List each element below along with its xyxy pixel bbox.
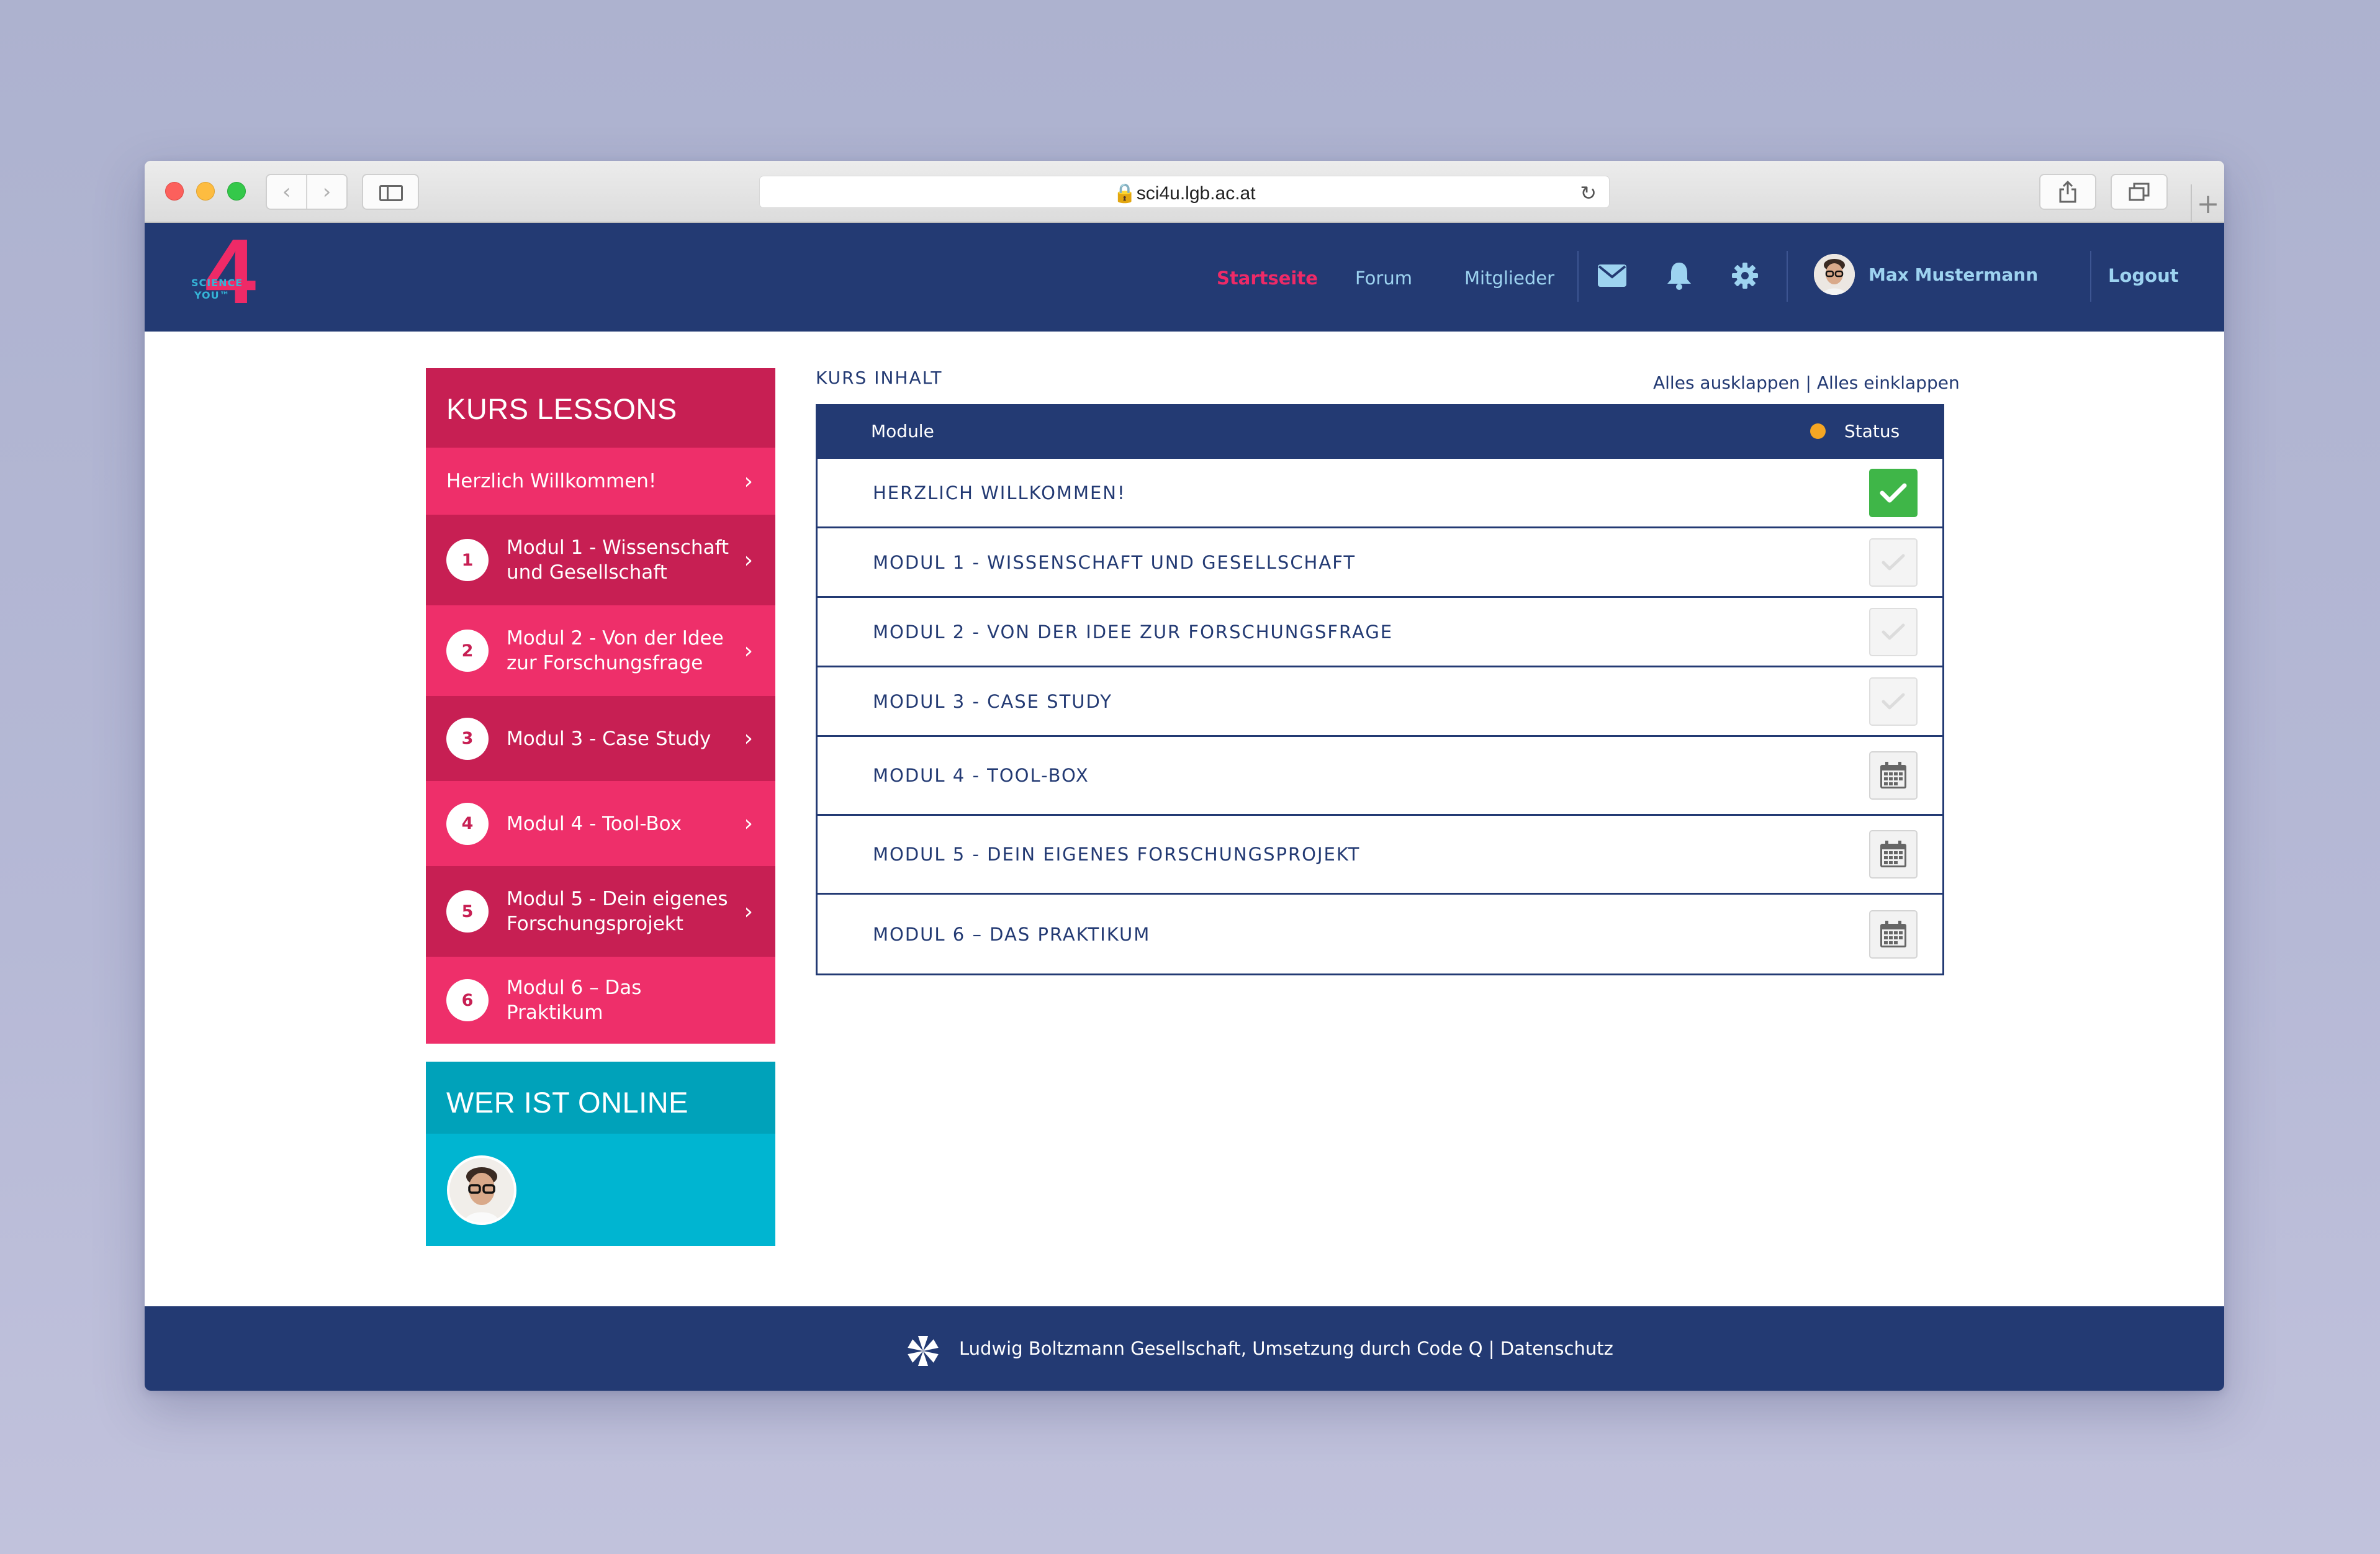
chevron-right-icon: › <box>744 468 753 494</box>
user-name: Max Mustermann <box>1868 264 2039 285</box>
chevron-right-icon: › <box>744 547 753 573</box>
reload-icon[interactable]: ↻ <box>1580 181 1597 205</box>
header-divider <box>1787 251 1788 302</box>
footer-text[interactable]: Ludwig Boltzmann Gesellschaft, Umsetzung… <box>959 1338 1613 1359</box>
avatar <box>1814 254 1855 295</box>
lbg-logo-icon <box>906 1334 940 1368</box>
minimize-window-button[interactable] <box>196 182 215 201</box>
site-header: 4 SCIENCE YOU™ Startseite Forum Mitglied… <box>145 223 2224 332</box>
module-row[interactable]: MODUL 6 – DAS PRAKTIKUM <box>818 895 1942 974</box>
header-divider <box>1577 251 1579 302</box>
lesson-number-badge: 5 <box>446 890 489 933</box>
lesson-label: Modul 6 – Das Praktikum <box>507 977 642 1024</box>
lesson-label: Modul 4 - Tool-Box <box>507 812 682 835</box>
table-header: Module Status <box>818 404 1942 459</box>
expand-all-link[interactable]: Alles ausklappen <box>1653 373 1800 393</box>
module-row[interactable]: HERZLICH WILLKOMMEN! <box>818 459 1942 528</box>
header-divider <box>2090 251 2091 302</box>
module-title: MODUL 5 - DEIN EIGENES FORSCHUNGSPROJEKT <box>873 844 1361 865</box>
module-title: MODUL 1 - WISSENSCHAFT UND GESELLSCHAFT <box>873 551 1356 573</box>
lesson-item-willkommen[interactable]: Herzlich Willkommen! › <box>426 448 775 515</box>
module-row[interactable]: MODUL 5 - DEIN EIGENES FORSCHUNGSPROJEKT <box>818 816 1942 895</box>
module-title: MODUL 4 - TOOL-BOX <box>873 765 1089 786</box>
calendar-icon <box>1869 751 1918 800</box>
column-header-module: Module <box>871 421 934 441</box>
expand-collapse-links: Alles ausklappen | Alles einklappen <box>1653 373 1960 393</box>
logout-link[interactable]: Logout <box>2108 265 2179 286</box>
share-icon <box>2059 181 2076 203</box>
module-title: HERZLICH WILLKOMMEN! <box>873 482 1126 504</box>
module-title: MODUL 2 - VON DER IDEE ZUR FORSCHUNGSFRA… <box>873 621 1394 643</box>
chevron-right-icon: › <box>744 811 753 836</box>
wer-ist-online-title: WER IST ONLINE <box>426 1062 775 1134</box>
url-text: sci4u.lgb.ac.at <box>1136 183 1256 204</box>
lesson-number-badge: 6 <box>446 979 489 1021</box>
lesson-item-modul-5[interactable]: 5 Modul 5 - Dein eigenes Forschungsproje… <box>426 866 775 957</box>
bell-icon[interactable] <box>1662 259 1696 292</box>
completed-check-icon <box>1869 468 1918 517</box>
lock-icon: 🔒 <box>1113 183 1137 204</box>
online-user-avatar[interactable] <box>447 1155 516 1225</box>
history-nav: ‹ › <box>266 174 348 210</box>
module-row[interactable]: MODUL 1 - WISSENSCHAFT UND GESELLSCHAFT <box>818 528 1942 598</box>
lesson-item-modul-4[interactable]: 4 Modul 4 - Tool-Box › <box>426 781 775 866</box>
wer-ist-online-panel: WER IST ONLINE <box>426 1062 775 1246</box>
mail-icon[interactable] <box>1595 259 1629 292</box>
pending-check-icon <box>1869 677 1918 726</box>
calendar-icon <box>1869 910 1918 959</box>
sidebar-icon <box>379 185 403 201</box>
lesson-item-modul-2[interactable]: 2 Modul 2 - Von der Idee zur Forschungsf… <box>426 605 775 696</box>
nav-startseite[interactable]: Startseite <box>1217 268 1318 289</box>
nav-mitglieder[interactable]: Mitglieder <box>1464 268 1554 289</box>
tabs-icon <box>2129 183 2150 201</box>
calendar-icon <box>1869 830 1918 879</box>
lesson-number-badge: 3 <box>446 717 489 760</box>
lesson-label: Modul 5 - Dein eigenes Forschungsprojekt <box>507 888 728 935</box>
lesson-number-badge: 1 <box>446 539 489 581</box>
new-tab-button[interactable]: + <box>2191 184 2224 223</box>
chevron-right-icon: › <box>744 726 753 751</box>
column-header-status: Status <box>1844 421 1900 441</box>
lesson-number-badge: 2 <box>446 630 489 672</box>
lesson-label: Modul 3 - Case Study <box>507 727 711 750</box>
user-menu[interactable]: Max Mustermann <box>1814 254 2038 295</box>
kurs-lessons-panel: KURS LESSONS Herzlich Willkommen! › 1 Mo… <box>426 368 775 1044</box>
close-window-button[interactable] <box>165 182 184 201</box>
module-table: Module Status HERZLICH WILLKOMMEN! MODUL… <box>816 404 1944 975</box>
lesson-label: Herzlich Willkommen! <box>446 470 657 492</box>
kurs-lessons-title: KURS LESSONS <box>426 368 775 448</box>
site-footer: Ludwig Boltzmann Gesellschaft, Umsetzung… <box>145 1306 2224 1391</box>
gear-icon[interactable] <box>1728 259 1762 292</box>
link-separator: | <box>1805 373 1811 393</box>
science4you-logo[interactable]: 4 SCIENCE YOU™ <box>191 226 263 318</box>
lesson-label: Modul 2 - Von der Idee zur Forschungsfra… <box>507 627 724 674</box>
address-bar[interactable]: 🔒sci4u.lgb.ac.at ↻ <box>759 176 1610 208</box>
tabs-button[interactable] <box>2111 174 2168 210</box>
module-row[interactable]: MODUL 3 - CASE STUDY <box>818 667 1942 737</box>
back-icon[interactable]: ‹ <box>267 175 307 209</box>
module-row[interactable]: MODUL 2 - VON DER IDEE ZUR FORSCHUNGSFRA… <box>818 598 1942 667</box>
module-row[interactable]: MODUL 4 - TOOL-BOX <box>818 737 1942 816</box>
lesson-label: Modul 1 - Wissenschaft und Gesellschaft <box>507 536 729 584</box>
collapse-all-link[interactable]: Alles einklappen <box>1817 373 1960 393</box>
status-indicator-dot <box>1810 423 1826 439</box>
forward-icon[interactable]: › <box>307 175 346 209</box>
module-title: MODUL 3 - CASE STUDY <box>873 690 1112 712</box>
lesson-item-modul-1[interactable]: 1 Modul 1 - Wissenschaft und Gesellschaf… <box>426 515 775 605</box>
pending-check-icon <box>1869 538 1918 587</box>
sidebar-toggle-button[interactable] <box>362 174 419 210</box>
chevron-right-icon: › <box>744 638 753 664</box>
lesson-item-modul-6[interactable]: 6 Modul 6 – Das Praktikum <box>426 957 775 1044</box>
lesson-number-badge: 4 <box>446 802 489 845</box>
chevron-right-icon: › <box>744 898 753 924</box>
lesson-item-modul-3[interactable]: 3 Modul 3 - Case Study › <box>426 696 775 781</box>
pending-check-icon <box>1869 607 1918 656</box>
module-title: MODUL 6 – DAS PRAKTIKUM <box>873 923 1151 945</box>
share-button[interactable] <box>2039 174 2096 210</box>
kurs-inhalt-label: KURS INHALT <box>816 368 943 388</box>
zoom-window-button[interactable] <box>227 182 246 201</box>
nav-forum[interactable]: Forum <box>1355 268 1412 289</box>
browser-window: ‹ › 🔒sci4u.lgb.ac.at ↻ + 4 SCIENCE YOU™ … <box>145 161 2224 1391</box>
browser-toolbar: ‹ › 🔒sci4u.lgb.ac.at ↻ + <box>145 161 2224 223</box>
